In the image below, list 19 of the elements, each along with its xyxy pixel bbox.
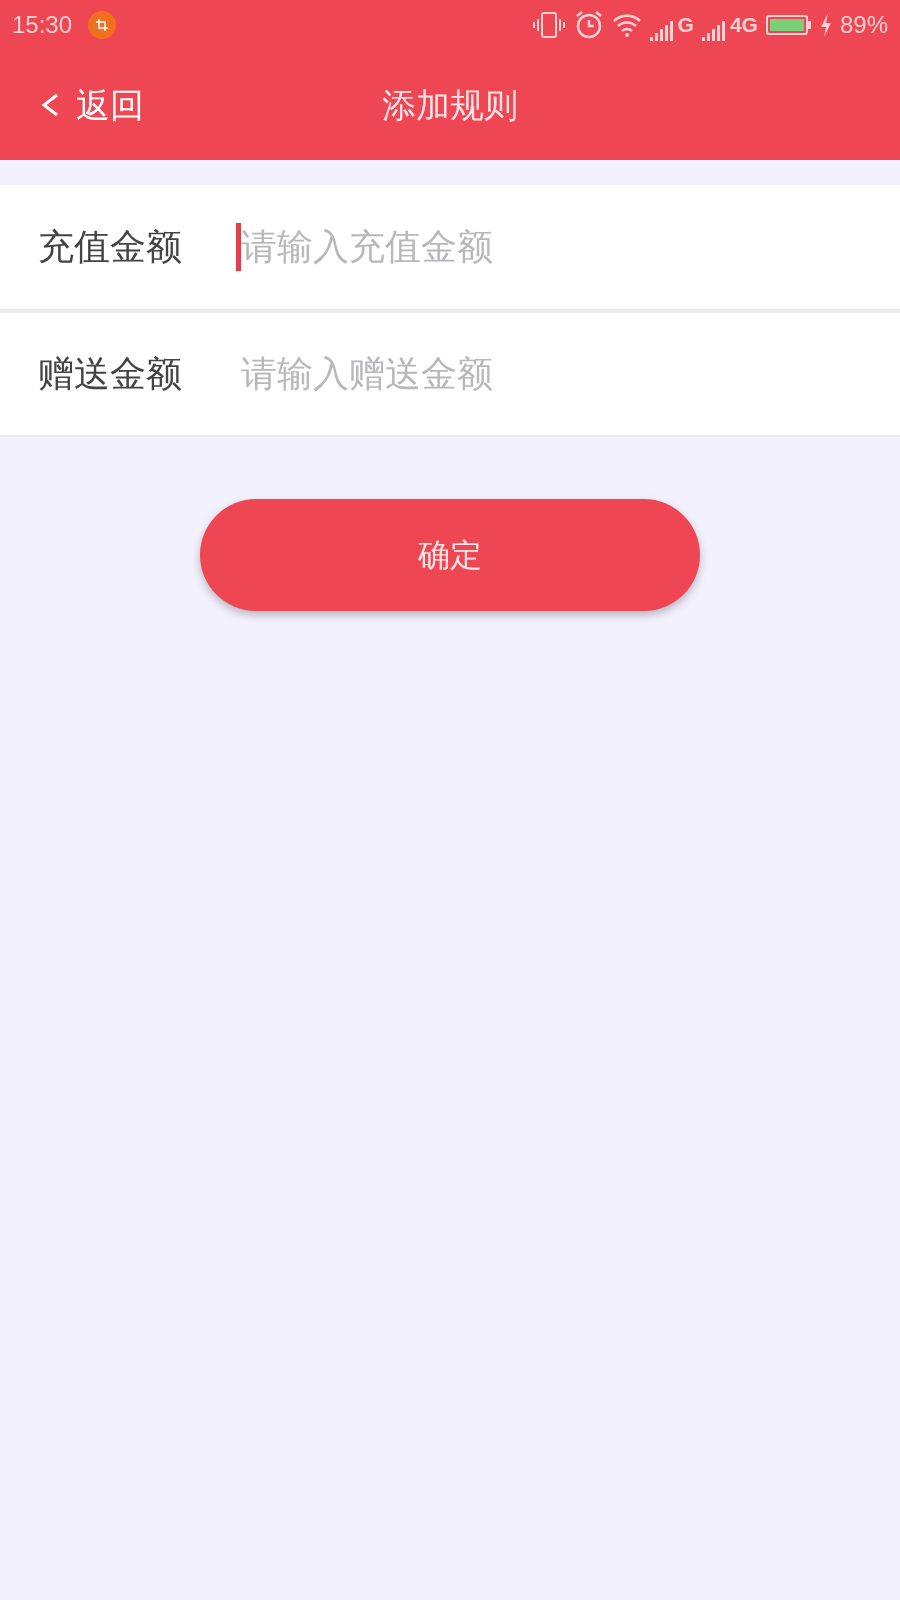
- confirm-button[interactable]: 确定: [200, 499, 700, 611]
- network-label: 4G: [729, 12, 758, 39]
- amount-field[interactable]: 请输入充值金额: [236, 223, 862, 271]
- back-chevron-icon: [40, 92, 60, 118]
- page-title: 添加规则: [382, 83, 518, 127]
- field-label: 充值金额: [38, 225, 183, 269]
- battery-icon: [765, 14, 812, 36]
- signal-icon: [701, 18, 728, 41]
- vibrate-icon: [531, 11, 566, 39]
- network-label: G: [677, 12, 694, 39]
- battery-percent: 89%: [839, 10, 888, 40]
- status-time: 15:30: [12, 10, 73, 40]
- app-notification-icon: [88, 11, 117, 39]
- back-button[interactable]: 返回: [40, 79, 144, 131]
- amount-field[interactable]: 请输入赠送金额: [236, 350, 862, 398]
- field-label: 赠送金额: [38, 352, 183, 396]
- wifi-icon: [611, 12, 642, 38]
- signal-icon: [649, 18, 676, 41]
- charging-icon: [819, 13, 832, 37]
